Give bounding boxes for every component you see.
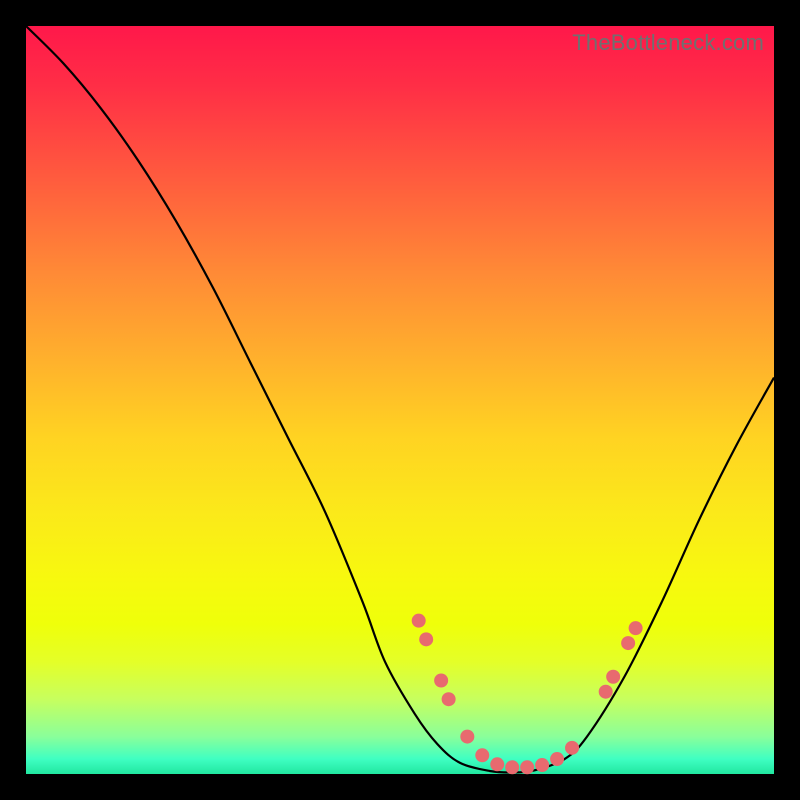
data-marker [460, 730, 474, 744]
data-marker [550, 752, 564, 766]
data-marker [419, 632, 433, 646]
data-marker [412, 614, 426, 628]
data-marker [535, 758, 549, 772]
bottleneck-curve [26, 26, 774, 773]
markers-group [412, 614, 643, 775]
plot-svg [26, 26, 774, 774]
data-marker [599, 685, 613, 699]
data-marker [505, 760, 519, 774]
data-marker [490, 757, 504, 771]
data-marker [606, 670, 620, 684]
chart-area: TheBottleneck.com [26, 26, 774, 774]
data-marker [565, 741, 579, 755]
data-marker [621, 636, 635, 650]
data-marker [475, 748, 489, 762]
data-marker [520, 760, 534, 774]
watermark-text: TheBottleneck.com [572, 30, 764, 56]
data-marker [434, 674, 448, 688]
data-marker [629, 621, 643, 635]
data-marker [442, 692, 456, 706]
